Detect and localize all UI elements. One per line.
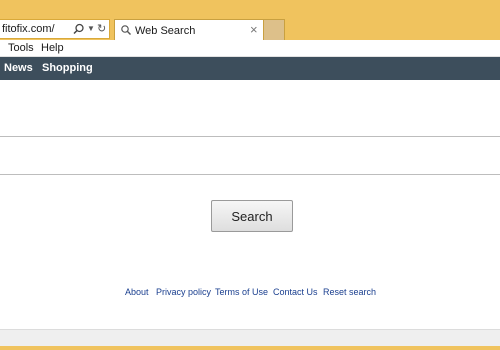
address-text[interactable]: fitofix.com/ [2, 23, 55, 35]
refresh-icon[interactable]: ↻ [97, 22, 106, 36]
menu-help[interactable]: Help [41, 42, 64, 54]
footer-link-contact[interactable]: Contact Us [273, 287, 318, 297]
top-nav: News Shopping [0, 57, 500, 80]
tab-title: Web Search [135, 25, 196, 37]
search-icon [121, 25, 131, 35]
status-bar [0, 329, 500, 346]
footer-link-about[interactable]: About [125, 287, 149, 297]
menu-tools[interactable]: Tools [8, 42, 34, 54]
dropdown-arrow-icon[interactable]: ▼ [87, 23, 95, 35]
menu-bar: Tools Help [0, 40, 500, 57]
window-bottom-border [0, 346, 500, 350]
close-icon[interactable]: × [250, 22, 258, 37]
footer-link-privacy[interactable]: Privacy policy [156, 287, 211, 297]
footer-links: About Privacy policy Terms of Use Contac… [0, 287, 500, 301]
address-bar[interactable]: fitofix.com/ ▼ ↻ [0, 19, 110, 39]
new-tab-button[interactable] [264, 19, 285, 41]
footer-link-terms[interactable]: Terms of Use [215, 287, 268, 297]
nav-news[interactable]: News [4, 62, 33, 74]
search-button[interactable]: Search [211, 200, 293, 232]
tab-web-search[interactable]: Web Search × [114, 19, 264, 41]
search-icon[interactable] [73, 23, 85, 35]
divider [0, 136, 500, 137]
nav-shopping[interactable]: Shopping [42, 62, 93, 74]
search-input[interactable] [0, 174, 500, 175]
footer-link-reset[interactable]: Reset search [323, 287, 376, 297]
